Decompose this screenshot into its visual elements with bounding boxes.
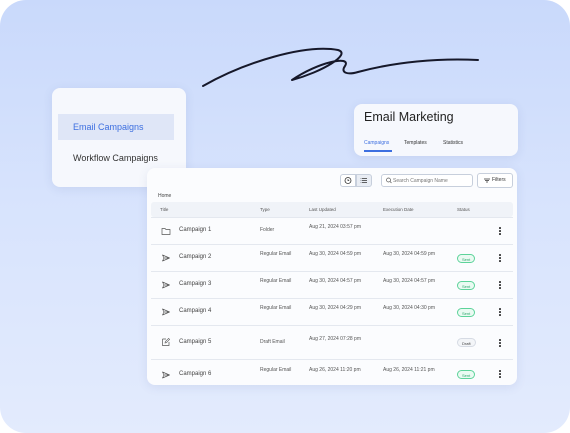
tab-statistics[interactable]: Statistics [443,140,463,146]
row-title[interactable]: Campaign 3 [179,281,211,288]
row-type: Regular Email [260,367,292,373]
row-execution-date: Aug 30, 2024 04:57 pm [383,278,435,284]
status-badge: Sent [457,370,476,379]
canvas: Email Campaigns Workflow Campaigns Email… [0,0,570,433]
row-last-updated: Aug 21, 2024 03:57 pm [309,224,361,230]
row-actions-button[interactable] [497,306,503,318]
row-last-updated: Aug 30, 2024 04:59 pm [309,251,361,257]
row-type: Regular Email [260,305,292,311]
filters-button[interactable]: Filters [477,173,513,188]
table-row[interactable]: Campaign 5 Draft Email Aug 27, 2024 07:2… [151,325,513,360]
send-icon [162,371,170,379]
row-title[interactable]: Campaign 5 [179,339,211,346]
row-actions-button[interactable] [497,225,503,237]
clock-icon [344,177,352,184]
send-icon [162,254,170,262]
recent-view-button[interactable] [340,174,356,187]
row-type: Draft Email [260,339,285,345]
column-status[interactable]: Status [457,202,470,217]
row-title[interactable]: Campaign 6 [179,371,211,378]
row-actions-button[interactable] [497,368,503,380]
folder-icon [161,228,171,235]
row-last-updated: Aug 30, 2024 04:29 pm [309,305,361,311]
row-execution-date: Aug 30, 2024 04:30 pm [383,305,435,311]
filters-label: Filters [492,177,506,183]
table-row[interactable]: Campaign 1 Folder Aug 21, 2024 03:57 pm [151,217,513,245]
row-title[interactable]: Campaign 2 [179,254,211,261]
tab-templates[interactable]: Templates [404,140,427,146]
column-type[interactable]: Type [260,202,270,217]
row-last-updated: Aug 30, 2024 04:57 pm [309,278,361,284]
row-last-updated: Aug 27, 2024 07:28 pm [309,336,361,342]
page-header: Email Marketing Campaigns Templates Stat… [354,104,518,156]
row-actions-button[interactable] [497,279,503,291]
search-input[interactable]: Search Campaign Name [381,174,473,187]
row-actions-button[interactable] [497,252,503,264]
list-view-button[interactable] [356,174,372,187]
row-last-updated: Aug 26, 2024 11:20 pm [309,367,361,373]
column-last-updated[interactable]: Last Updated [309,202,336,217]
row-type: Regular Email [260,278,292,284]
table-header: Title Type Last Updated Execution Date S… [151,202,513,217]
table-row[interactable]: Campaign 6 Regular Email Aug 26, 2024 11… [151,359,513,386]
row-type: Folder [260,227,275,233]
table-row[interactable]: Campaign 3 Regular Email Aug 30, 2024 04… [151,271,513,299]
status-badge: Sent [457,254,476,263]
status-badge: Sent [457,308,476,317]
table-row[interactable]: Campaign 2 Regular Email Aug 30, 2024 04… [151,244,513,272]
active-tab-indicator [364,150,392,152]
search-placeholder: Search Campaign Name [393,178,448,184]
row-execution-date: Aug 26, 2024 11:21 pm [383,367,435,373]
status-badge: Draft [457,338,476,347]
send-icon [162,281,170,289]
page-title: Email Marketing [364,110,454,124]
row-title[interactable]: Campaign 1 [179,227,211,234]
row-execution-date: Aug 30, 2024 04:59 pm [383,251,435,257]
column-title[interactable]: Title [160,202,168,217]
campaigns-table-panel: Search Campaign Name Filters Home Title … [147,168,517,385]
status-badge: Sent [457,281,476,290]
list-icon [360,178,367,183]
row-actions-button[interactable] [497,337,503,349]
breadcrumb[interactable]: Home [158,193,171,199]
tab-campaigns[interactable]: Campaigns [364,140,389,146]
row-title[interactable]: Campaign 4 [179,308,211,315]
send-icon [162,308,170,316]
row-type: Regular Email [260,251,292,257]
table-row[interactable]: Campaign 4 Regular Email Aug 30, 2024 04… [151,298,513,326]
menu-item-email-campaigns[interactable]: Email Campaigns [58,114,174,140]
column-execution-date[interactable]: Execution Date [383,202,414,217]
filter-icon [484,178,490,183]
edit-icon [162,337,171,346]
